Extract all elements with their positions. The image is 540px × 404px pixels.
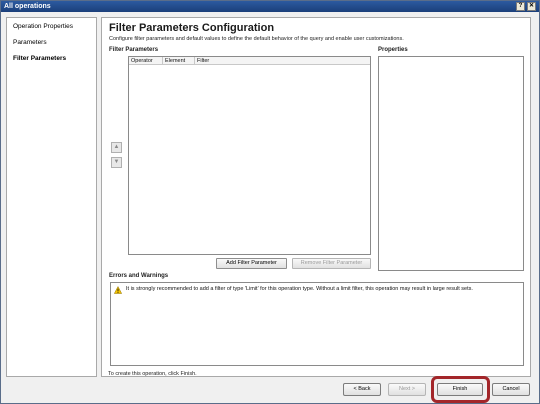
column-header-operator[interactable]: Operator [129,57,163,65]
properties-label: Properties [378,47,408,53]
arrow-down-icon: ▼ [113,159,120,165]
warning-message: It is strongly recommended to add a filt… [126,286,473,292]
nav-item-operation-properties[interactable]: Operation Properties [13,23,73,31]
page-title: Filter Parameters Configuration [109,22,275,34]
filter-parameters-label: Filter Parameters [109,47,159,53]
grid-header: Operator Element Filter [129,57,370,65]
nav-item-parameters[interactable]: Parameters [13,39,47,47]
warning-icon [114,286,122,294]
properties-panel[interactable] [378,56,524,271]
main-panel: Filter Parameters Configuration Configur… [101,17,531,377]
footer-note: To create this operation, click Finish. [108,371,197,377]
wizard-nav: Operation Properties Parameters Filter P… [6,17,97,377]
finish-highlight-annotation [431,376,490,403]
column-header-element[interactable]: Element [163,57,195,65]
add-filter-parameter-button[interactable]: Add Filter Parameter [216,258,287,269]
help-button[interactable]: ? [516,2,525,11]
errors-warnings-box: It is strongly recommended to add a filt… [110,282,524,366]
nav-item-filter-parameters[interactable]: Filter Parameters [13,55,66,63]
move-down-button[interactable]: ▼ [111,157,122,168]
next-button[interactable]: Next > [388,383,426,396]
cancel-button[interactable]: Cancel [492,383,530,396]
filter-parameters-grid[interactable]: Operator Element Filter [128,56,371,255]
remove-filter-parameter-button[interactable]: Remove Filter Parameter [292,258,371,269]
page-description: Configure filter parameters and default … [109,36,404,42]
window-title: All operations [4,3,51,10]
arrow-up-icon: ▲ [113,144,120,150]
title-bar: All operations ? ✕ [1,1,539,12]
column-header-filter[interactable]: Filter [195,57,372,65]
close-button[interactable]: ✕ [527,2,536,11]
move-up-button[interactable]: ▲ [111,142,122,153]
errors-warnings-label: Errors and Warnings [109,273,169,279]
back-button[interactable]: < Back [343,383,381,396]
dialog-window: All operations ? ✕ Operation Properties … [0,0,540,404]
